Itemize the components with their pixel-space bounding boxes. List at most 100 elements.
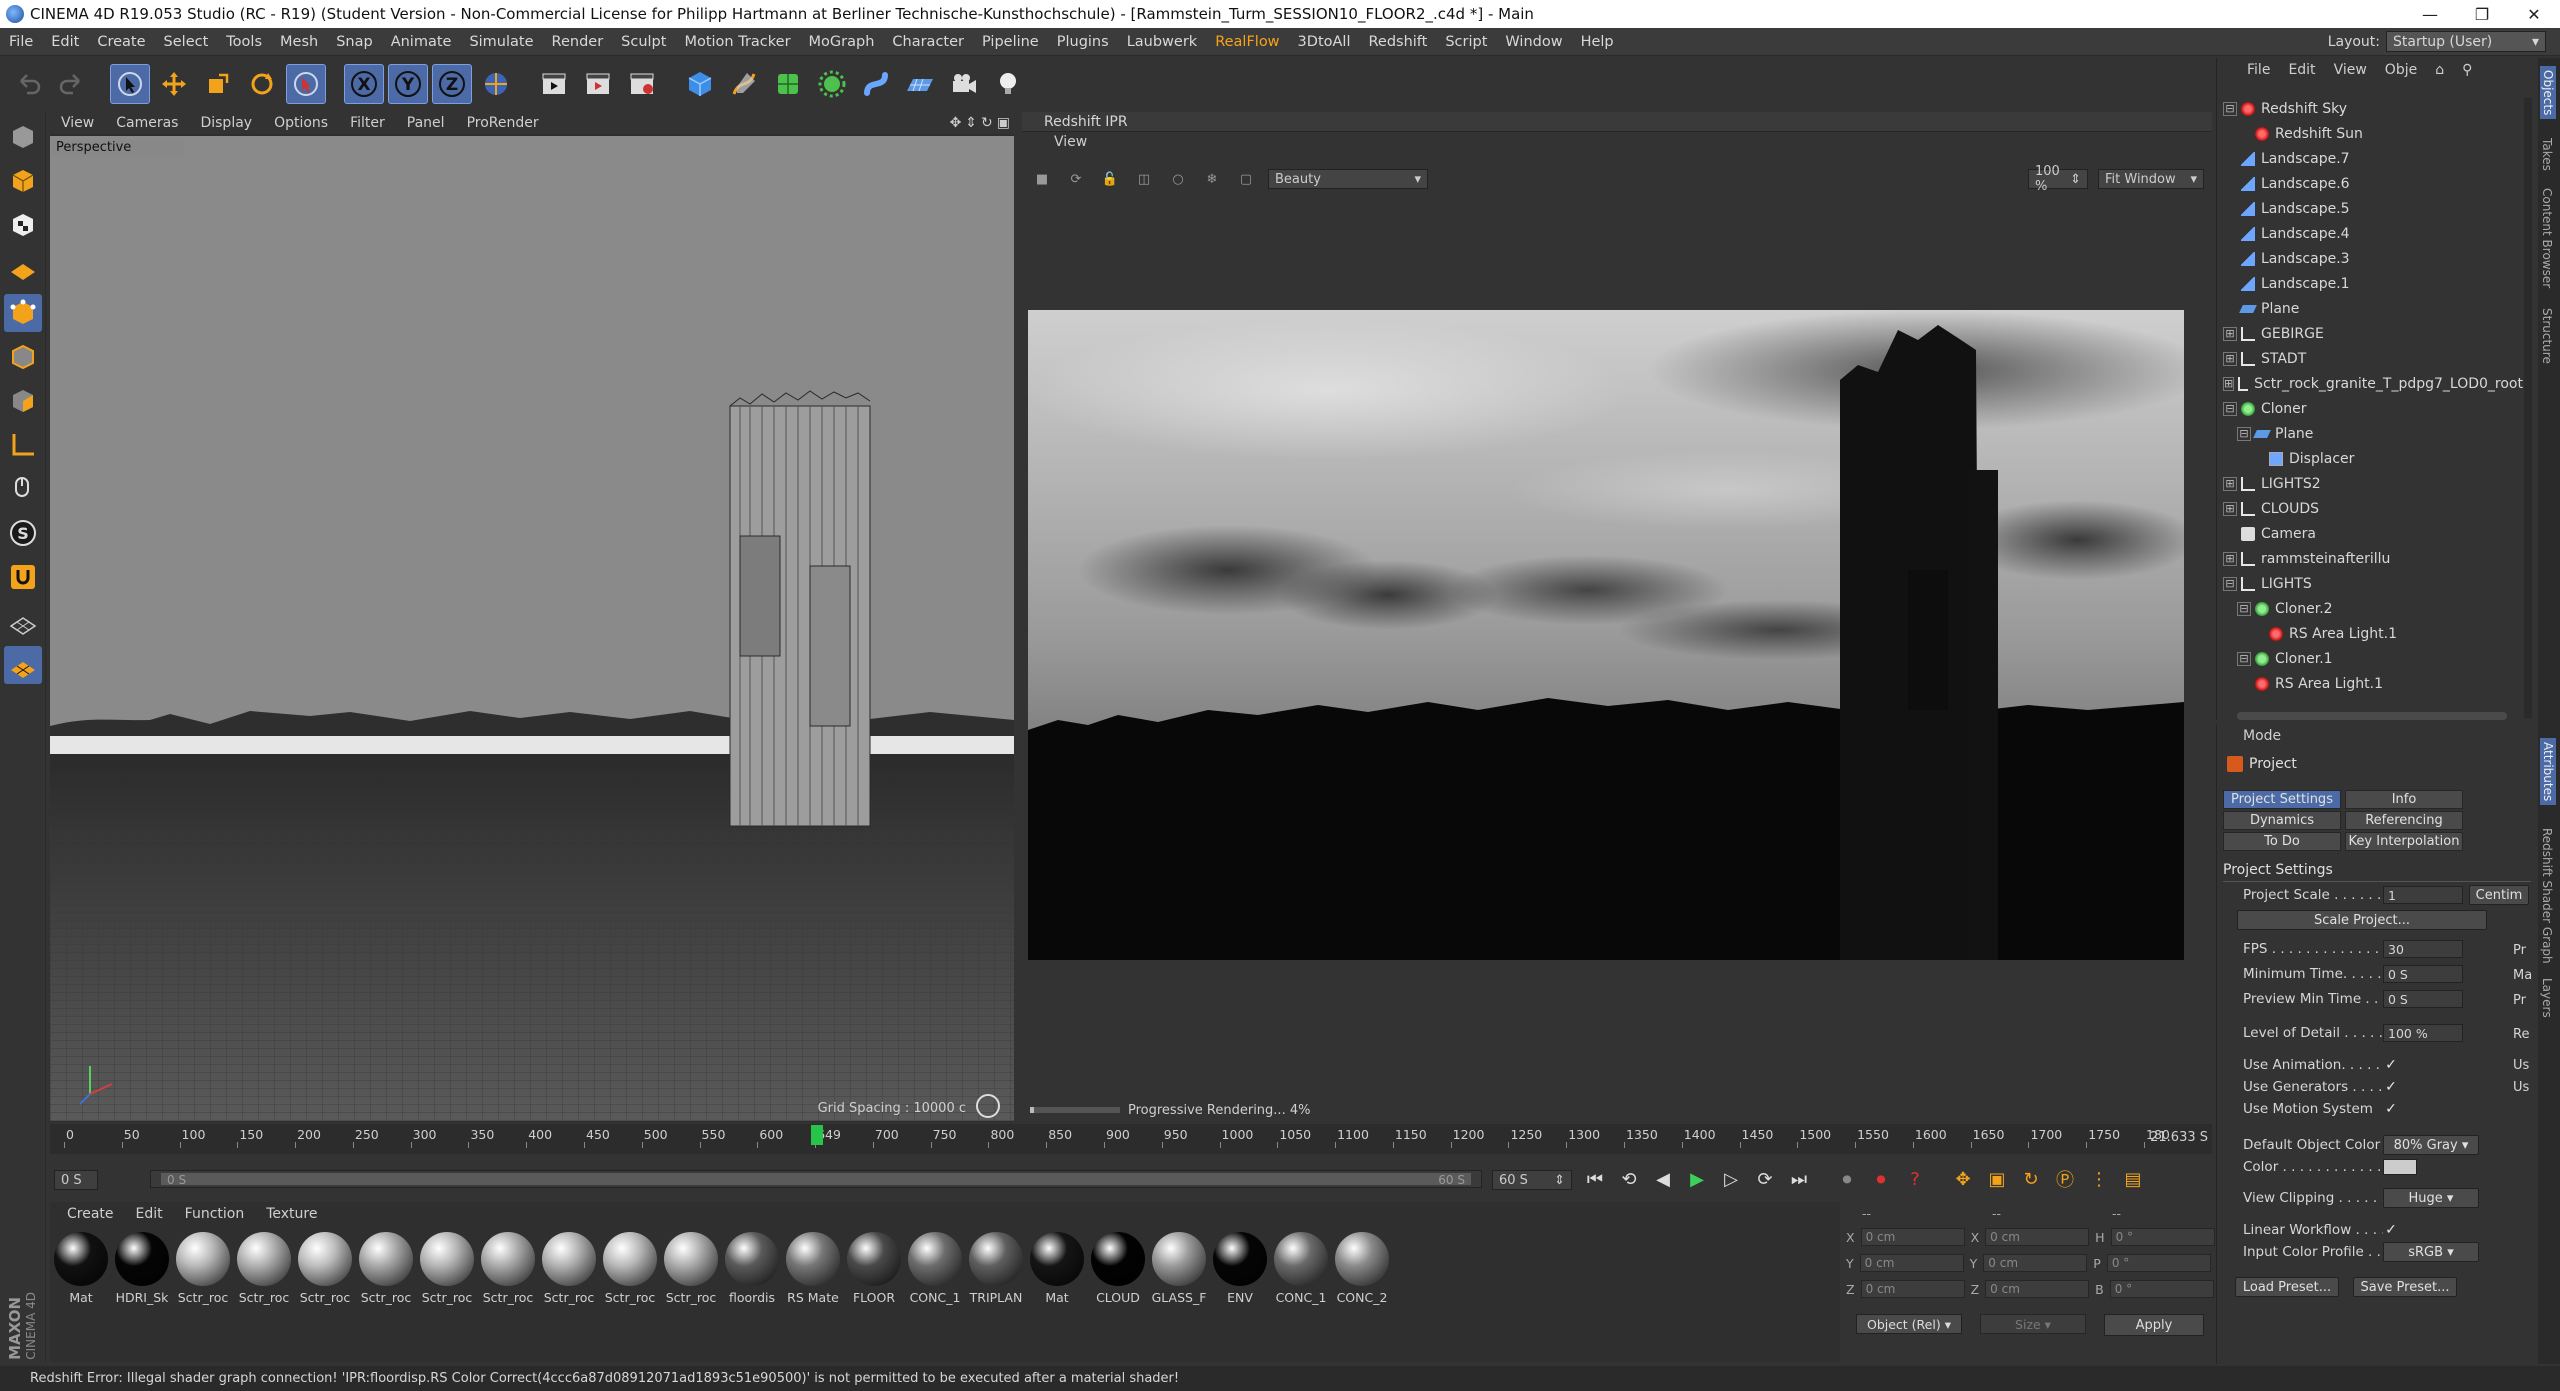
next-frame-icon[interactable]: ▷ xyxy=(1716,1164,1746,1194)
object-row[interactable]: ⊞ Sctr_rock_granite_T_pdpg7_LOD0_root xyxy=(2223,371,2523,396)
menu-snap[interactable]: Snap xyxy=(327,34,381,50)
material-menu-create[interactable]: Create xyxy=(56,1206,125,1222)
expand-toggle-icon[interactable]: ⊟ xyxy=(2237,651,2251,666)
material-menu-edit[interactable]: Edit xyxy=(125,1206,174,1222)
maximize-view-icon[interactable]: ▣ xyxy=(997,115,1010,131)
record-keys-icon[interactable]: ⏺ xyxy=(1832,1164,1862,1194)
deformer-icon[interactable] xyxy=(856,64,896,104)
material-item[interactable]: ENV xyxy=(1211,1232,1269,1305)
menu-character[interactable]: Character xyxy=(883,34,973,50)
camera-icon[interactable] xyxy=(944,64,984,104)
x-axis-icon[interactable]: X xyxy=(344,64,384,104)
play-icon[interactable]: ▶ xyxy=(1682,1164,1712,1194)
pan-icon[interactable]: ✥ xyxy=(950,115,962,131)
locked-workplane-icon[interactable] xyxy=(3,646,42,684)
points-mode-icon[interactable] xyxy=(3,294,42,332)
object-row[interactable]: Landscape.1 xyxy=(2223,271,2523,296)
edges-mode-icon[interactable] xyxy=(4,338,42,376)
viewport-menu-cameras[interactable]: Cameras xyxy=(105,115,189,131)
subdivision-icon[interactable] xyxy=(768,64,808,104)
prev-frame-icon[interactable]: ◀ xyxy=(1648,1164,1678,1194)
menu-help[interactable]: Help xyxy=(1572,34,1623,50)
expand-toggle-icon[interactable]: ⊞ xyxy=(2223,551,2237,566)
material-item[interactable]: Sctr_roc xyxy=(601,1232,659,1305)
material-menu-function[interactable]: Function xyxy=(174,1206,256,1222)
expand-toggle-icon[interactable]: ⊟ xyxy=(2237,426,2251,441)
use-generators-checkbox[interactable]: ✓ xyxy=(2383,1079,2399,1095)
expand-toggle-icon[interactable]: ⊟ xyxy=(2237,601,2251,616)
maximize-button[interactable]: ❐ xyxy=(2456,0,2508,28)
object-row[interactable]: Redshift Sun xyxy=(2223,121,2523,146)
menu-animate[interactable]: Animate xyxy=(382,34,461,50)
tab-structure[interactable]: Structure xyxy=(2540,308,2554,364)
menu-mesh[interactable]: Mesh xyxy=(271,34,327,50)
menu-redshift[interactable]: Redshift xyxy=(1359,34,1436,50)
position-y-field[interactable]: 0 cm xyxy=(1859,1254,1964,1272)
view-clipping-select[interactable]: Huge ▾ xyxy=(2383,1188,2479,1208)
attribute-tab[interactable]: Referencing xyxy=(2345,811,2463,830)
home-icon[interactable]: ⌂ xyxy=(2435,62,2444,78)
make-editable-icon[interactable] xyxy=(4,118,42,156)
menu-render[interactable]: Render xyxy=(543,34,613,50)
material-item[interactable]: HDRI_Sk xyxy=(113,1232,171,1305)
load-preset-button[interactable]: Load Preset... xyxy=(2235,1277,2339,1297)
move-icon[interactable] xyxy=(154,64,194,104)
menu-select[interactable]: Select xyxy=(155,34,218,50)
freeze-icon[interactable]: ❄ xyxy=(1200,167,1224,191)
material-item[interactable]: Mat xyxy=(52,1232,110,1305)
select-tool-icon[interactable] xyxy=(286,64,326,104)
menu-window[interactable]: Window xyxy=(1496,34,1571,50)
menu-file[interactable]: File xyxy=(0,34,42,50)
expand-toggle-icon[interactable]: ⊞ xyxy=(2223,326,2237,341)
preview-min-field[interactable]: 0 S xyxy=(2383,990,2463,1008)
material-menu-texture[interactable]: Texture xyxy=(255,1206,328,1222)
scale-icon[interactable] xyxy=(198,64,238,104)
attribute-mode-label[interactable]: Mode xyxy=(2243,728,2281,744)
next-key-icon[interactable]: ⟳ xyxy=(1750,1164,1780,1194)
rotation-p-field[interactable]: 0 ° xyxy=(2106,1254,2211,1272)
cube-icon[interactable] xyxy=(680,64,720,104)
object-row[interactable]: ⊞ STADT xyxy=(2223,346,2523,371)
material-item[interactable]: Mat xyxy=(1028,1232,1086,1305)
param-key-icon[interactable]: Ⓟ xyxy=(2050,1164,2080,1194)
tab-content-browser[interactable]: Content Browser xyxy=(2540,188,2554,288)
menu-simulate[interactable]: Simulate xyxy=(460,34,542,50)
rotation-h-field[interactable]: 0 ° xyxy=(2110,1228,2215,1246)
undo-icon[interactable] xyxy=(8,64,48,104)
live-selection-icon[interactable] xyxy=(110,64,150,104)
go-to-end-icon[interactable]: ⏭ xyxy=(1784,1164,1814,1194)
object-row[interactable]: ⊞ rammsteinafterillu xyxy=(2223,546,2523,571)
material-item[interactable]: RS Mate xyxy=(784,1232,842,1305)
use-motion-checkbox[interactable]: ✓ xyxy=(2383,1101,2399,1117)
light-icon[interactable] xyxy=(988,64,1028,104)
viewport-menu-prorender[interactable]: ProRender xyxy=(456,115,550,131)
rotation-b-field[interactable]: 0 ° xyxy=(2109,1280,2214,1298)
material-item[interactable]: Sctr_roc xyxy=(357,1232,415,1305)
object-menu-view[interactable]: View xyxy=(2334,62,2367,78)
attribute-tab[interactable]: To Do xyxy=(2223,832,2341,851)
world-coord-icon[interactable] xyxy=(476,64,516,104)
playhead[interactable] xyxy=(811,1125,824,1145)
go-to-start-icon[interactable]: ⏮ xyxy=(1580,1164,1610,1194)
timeline-window-icon[interactable]: ▤ xyxy=(2118,1164,2148,1194)
viewport-label[interactable]: Perspective xyxy=(52,140,184,157)
rotation-key-icon[interactable]: ↻ xyxy=(2016,1164,2046,1194)
layout-select[interactable]: Startup (User) ▾ xyxy=(2386,31,2546,52)
material-item[interactable]: Sctr_roc xyxy=(235,1232,293,1305)
attribute-tab[interactable]: Dynamics xyxy=(2223,811,2341,830)
tweak-icon[interactable] xyxy=(4,470,42,508)
orbit-icon[interactable]: ↻ xyxy=(981,115,993,131)
object-menu-file[interactable]: File xyxy=(2247,62,2270,78)
snap-icon[interactable]: S xyxy=(4,514,42,552)
material-item[interactable]: FLOOR xyxy=(845,1232,903,1305)
z-axis-icon[interactable]: Z xyxy=(432,64,472,104)
save-preset-button[interactable]: Save Preset... xyxy=(2353,1277,2457,1297)
object-row[interactable]: ⊟ Plane xyxy=(2223,421,2523,446)
object-row[interactable]: ⊞ LIGHTS2 xyxy=(2223,471,2523,496)
menu-sculpt[interactable]: Sculpt xyxy=(612,34,675,50)
object-row[interactable]: Landscape.7 xyxy=(2223,146,2523,171)
tab-attributes[interactable]: Attributes xyxy=(2540,738,2556,806)
coord-size-select[interactable]: Size ▾ xyxy=(1980,1314,2086,1334)
menu-script[interactable]: Script xyxy=(1436,34,1496,50)
project-scale-field[interactable]: 1 xyxy=(2383,886,2463,904)
